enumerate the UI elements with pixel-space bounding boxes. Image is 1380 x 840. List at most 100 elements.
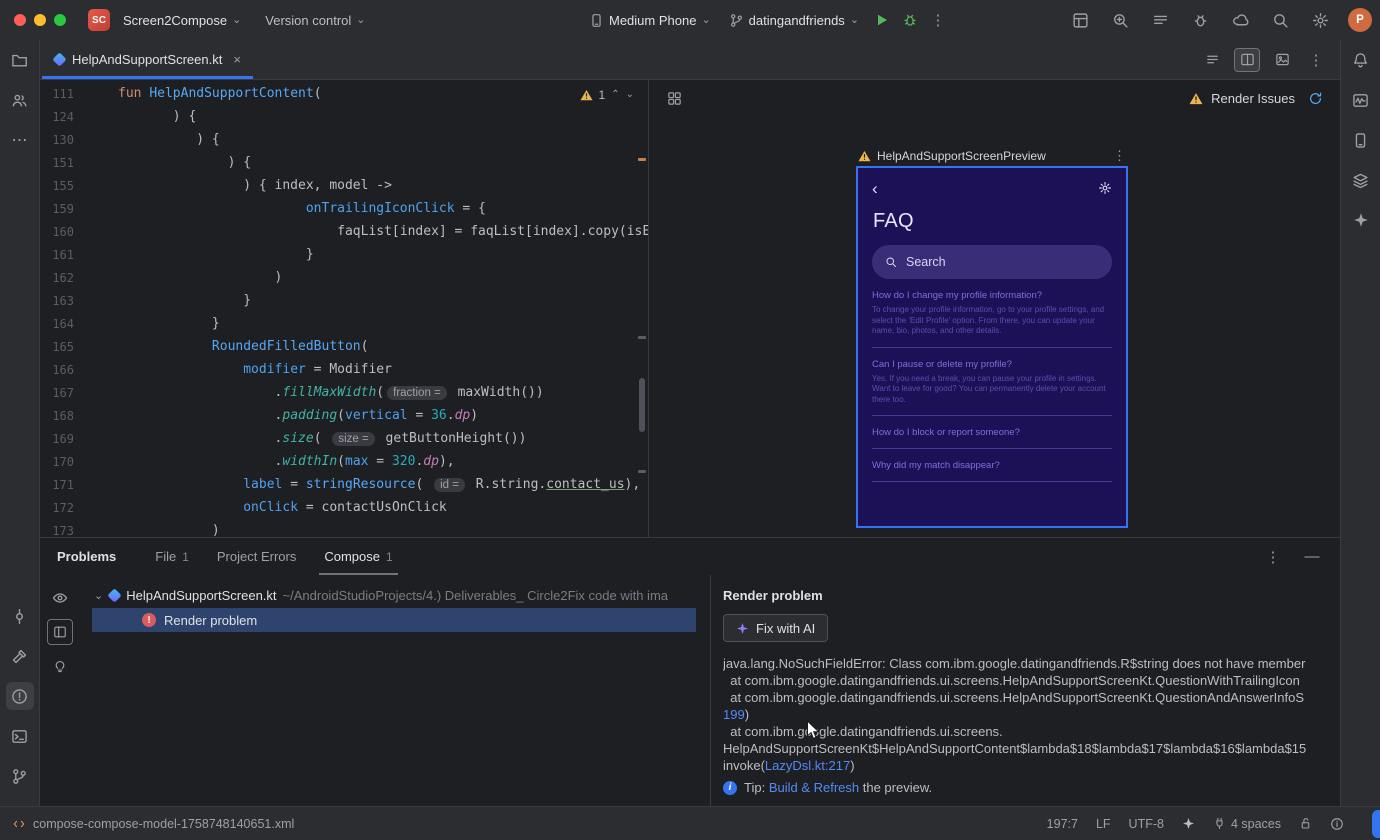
line-number[interactable]: 171 [40, 478, 74, 492]
terminal-tool-button[interactable] [6, 722, 34, 750]
readonly-toggle[interactable] [1299, 817, 1312, 830]
tab-compose[interactable]: Compose 1 [319, 538, 399, 575]
code-text[interactable]: onTrailingIconClick = { [74, 201, 486, 216]
problem-file-row[interactable]: ⌄ HelpAndSupportScreen.kt ~/AndroidStudi… [80, 583, 710, 607]
code-text[interactable]: ) { [74, 155, 252, 170]
ai-search-button[interactable] [1108, 8, 1132, 32]
encoding-widget[interactable]: UTF-8 [1129, 817, 1164, 831]
code-line-171[interactable]: 171 label = stringResource( id = R.strin… [40, 473, 648, 496]
code-view-button[interactable] [1199, 48, 1225, 72]
code-line-162[interactable]: 162 ) [40, 266, 648, 289]
code-text[interactable]: label = stringResource( id = R.string.co… [74, 477, 640, 492]
inspection-widget[interactable]: 1 ⌃ ⌄ [575, 86, 638, 104]
code-line-166[interactable]: 166 modifier = Modifier [40, 358, 648, 381]
rendered-preview[interactable]: ‹ FAQ Search How do I change my profile … [856, 166, 1128, 528]
run-configuration-selector[interactable]: datingandfriends ⌄ [722, 9, 866, 32]
prev-problem-icon[interactable]: ⌃ [611, 90, 619, 100]
resource-manager-tool-button[interactable] [1347, 166, 1375, 194]
problem-row-selected[interactable]: Render problem [92, 608, 696, 632]
line-number[interactable]: 168 [40, 409, 74, 423]
line-number[interactable]: 162 [40, 271, 74, 285]
preview-layout-button[interactable] [662, 86, 686, 110]
build-tool-button[interactable] [6, 642, 34, 670]
code-line-151[interactable]: 151 ) { [40, 151, 648, 174]
minimize-window-button[interactable] [34, 14, 46, 26]
code-text[interactable]: ) { [74, 109, 197, 124]
render-issues-widget[interactable]: Render Issues [1189, 86, 1327, 110]
code-text[interactable]: onClick = contactUsOnClick [74, 500, 447, 515]
version-control-menu[interactable]: Version control ⌄ [258, 9, 372, 32]
panel-options-button[interactable]: ⋮ [1261, 545, 1285, 569]
project-selector[interactable]: Screen2Compose ⌄ [116, 9, 248, 32]
code-line-124[interactable]: 124 ) { [40, 105, 648, 128]
stack-trace-link[interactable]: LazyDsl.kt:217 [765, 758, 850, 773]
code-line-172[interactable]: 172 onClick = contactUsOnClick [40, 496, 648, 519]
code-line-168[interactable]: 168 .padding(vertical = 36.dp) [40, 404, 648, 427]
editor-scrollbar[interactable] [639, 378, 645, 432]
code-text[interactable]: ) { [74, 132, 219, 147]
more-tool-windows-button[interactable]: ⋯ [6, 126, 34, 154]
line-number[interactable]: 111 [40, 87, 74, 101]
tab-file[interactable]: File 1 [150, 538, 194, 575]
code-content[interactable]: 111 fun HelpAndSupportContent(124 ) {130 … [40, 80, 648, 537]
code-text[interactable]: ) [74, 523, 220, 537]
fix-with-ai-button[interactable]: Fix with AI [723, 614, 829, 642]
editor-options-button[interactable]: ⋮ [1304, 48, 1328, 72]
code-line-159[interactable]: 159 onTrailingIconClick = { [40, 197, 648, 220]
editor-tab-active[interactable]: HelpAndSupportScreen.kt × [42, 40, 253, 79]
code-line-160[interactable]: 160 faqList[index] = faqList[index].copy… [40, 220, 648, 243]
notifications-status-button[interactable] [1330, 817, 1344, 831]
code-line-161[interactable]: 161 } [40, 243, 648, 266]
stripe-mark[interactable] [638, 336, 646, 339]
code-line-170[interactable]: 170 .widthIn(max = 320.dp), [40, 450, 648, 473]
code-editor[interactable]: 111 fun HelpAndSupportContent(124 ) {130 … [40, 80, 648, 537]
close-window-button[interactable] [14, 14, 26, 26]
settings-button[interactable] [1308, 8, 1332, 32]
line-number[interactable]: 161 [40, 248, 74, 262]
app-quality-insights-button[interactable] [1188, 8, 1212, 32]
pull-requests-tool-button[interactable] [6, 86, 34, 114]
line-number[interactable]: 172 [40, 501, 74, 515]
stripe-mark[interactable] [638, 470, 646, 473]
code-line-155[interactable]: 155 ) { index, model -> [40, 174, 648, 197]
code-text[interactable]: .size( size = getButtonHeight()) [74, 431, 526, 446]
project-tool-button[interactable] [6, 46, 34, 74]
line-number[interactable]: 155 [40, 179, 74, 193]
user-avatar[interactable]: P [1348, 8, 1372, 32]
quick-fix-button[interactable] [47, 653, 73, 679]
code-text[interactable]: faqList[index] = faqList[index].copy(isE [74, 224, 648, 239]
code-text[interactable]: .padding(vertical = 36.dp) [74, 408, 479, 423]
code-text[interactable]: RoundedFilledButton( [74, 339, 369, 354]
line-number[interactable]: 164 [40, 317, 74, 331]
preview-menu-icon[interactable]: ⋮ [1113, 148, 1126, 164]
line-number[interactable]: 160 [40, 225, 74, 239]
code-line-167[interactable]: 167 .fillMaxWidth(fraction = maxWidth()) [40, 381, 648, 404]
device-streaming-button[interactable] [1228, 8, 1252, 32]
line-number[interactable]: 169 [40, 432, 74, 446]
version-control-tool-button[interactable] [6, 762, 34, 790]
build-refresh-link[interactable]: Build & Refresh [769, 780, 859, 795]
line-number[interactable]: 166 [40, 363, 74, 377]
indent-widget[interactable]: 4 spaces [1213, 817, 1281, 831]
code-line-163[interactable]: 163 } [40, 289, 648, 312]
gemini-tool-button[interactable] [1347, 206, 1375, 234]
profiler-tool-button[interactable] [1347, 86, 1375, 114]
line-number[interactable]: 159 [40, 202, 74, 216]
code-text[interactable]: ) [74, 270, 283, 285]
search-everywhere-button[interactable] [1268, 8, 1292, 32]
line-number[interactable]: 130 [40, 133, 74, 147]
more-run-actions-button[interactable]: ⋮ [926, 8, 950, 32]
line-number[interactable]: 167 [40, 386, 74, 400]
code-text[interactable]: } [74, 316, 220, 331]
stack-trace-link[interactable]: 199 [723, 707, 745, 722]
run-button[interactable] [870, 8, 894, 32]
next-problem-icon[interactable]: ⌄ [626, 90, 634, 100]
commit-tool-button[interactable] [6, 602, 34, 630]
code-line-169[interactable]: 169 .size( size = getButtonHeight()) [40, 427, 648, 450]
zoom-window-button[interactable] [54, 14, 66, 26]
split-view-button[interactable] [1234, 47, 1260, 72]
design-view-button[interactable] [1269, 48, 1295, 72]
hide-panel-button[interactable]: — [1300, 545, 1324, 569]
code-line-111[interactable]: 111 fun HelpAndSupportContent( [40, 82, 648, 105]
code-line-164[interactable]: 164 } [40, 312, 648, 335]
